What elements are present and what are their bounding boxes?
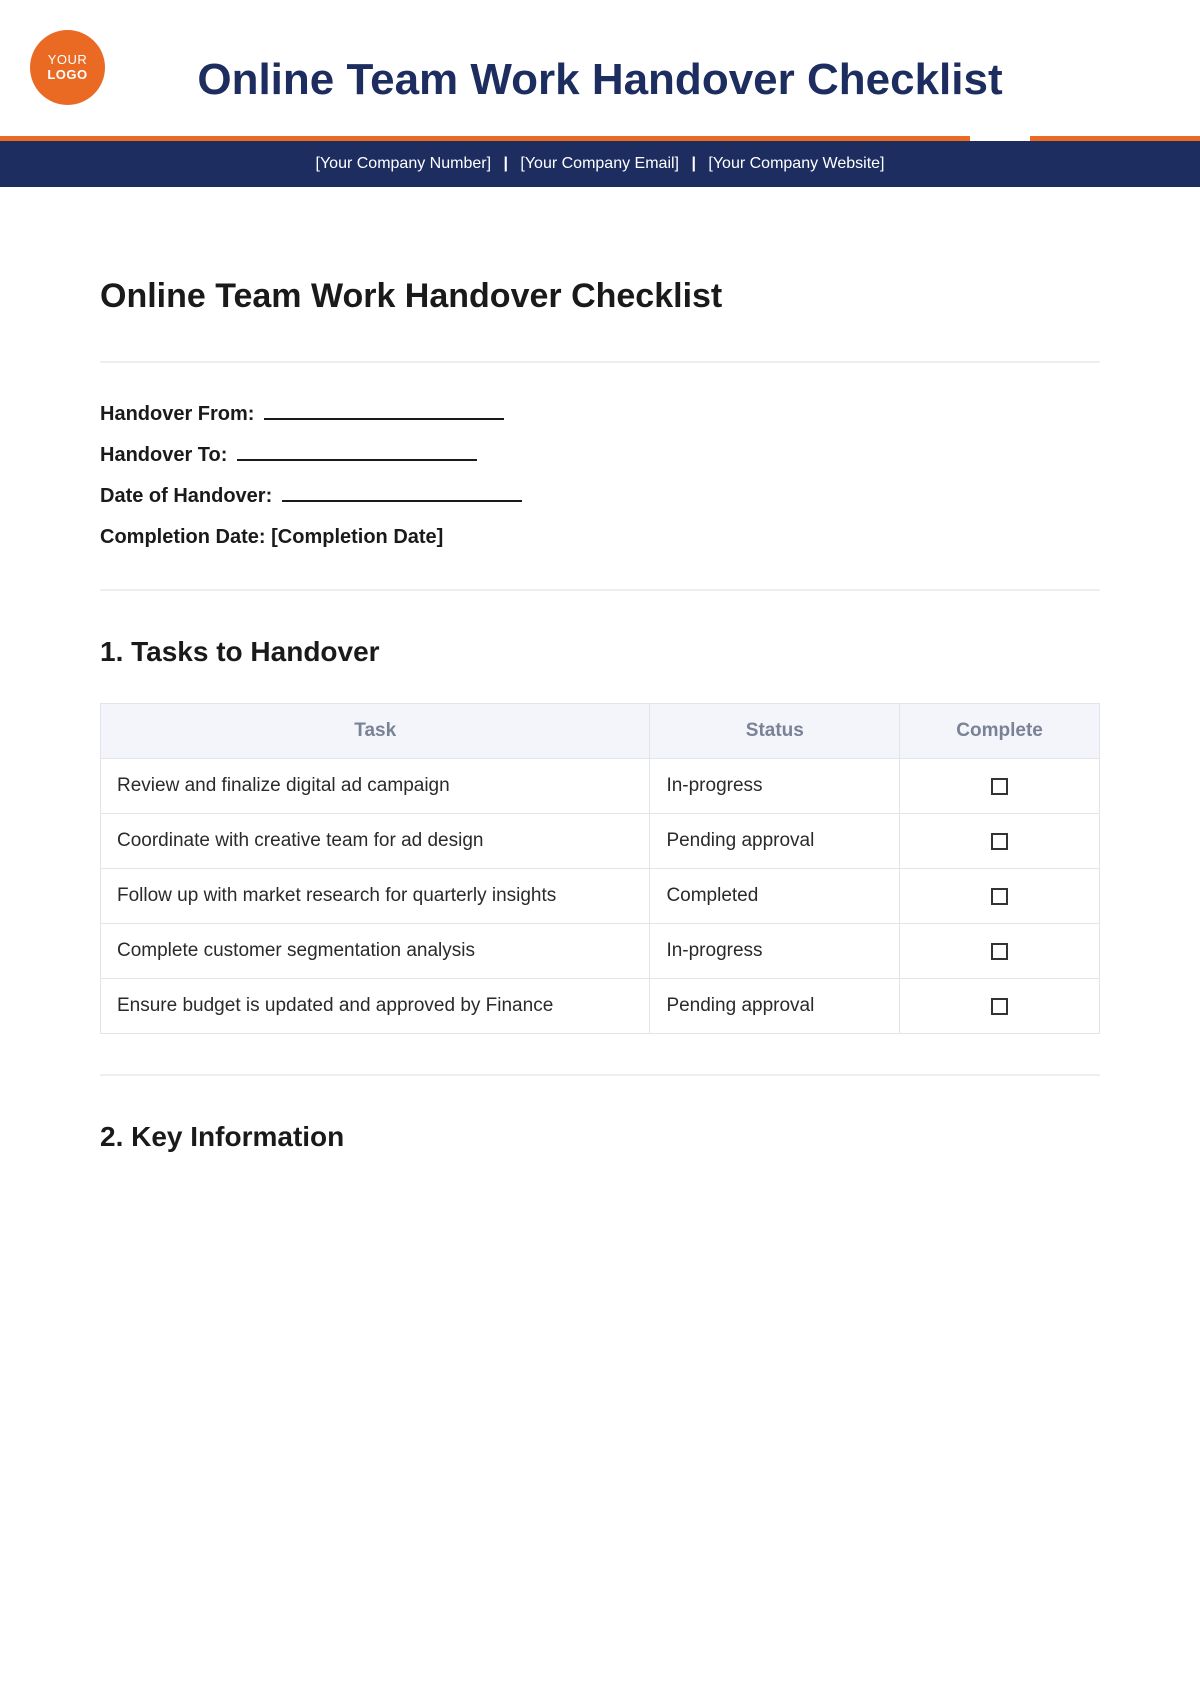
header-title-container: Online Team Work Handover Checklist bbox=[0, 0, 1200, 136]
checkbox-icon[interactable] bbox=[991, 943, 1008, 960]
handover-to-row: Handover To: bbox=[100, 444, 1100, 467]
handover-from-label: Handover From: bbox=[100, 403, 254, 425]
company-info-bar: [Your Company Number] | [Your Company Em… bbox=[0, 141, 1200, 187]
handover-to-input[interactable] bbox=[237, 444, 477, 461]
key-information-section-title: 2. Key Information bbox=[100, 1121, 1100, 1153]
divider bbox=[100, 589, 1100, 591]
company-email: [Your Company Email] bbox=[520, 155, 679, 172]
page-title: Online Team Work Handover Checklist bbox=[150, 55, 1050, 106]
handover-from-row: Handover From: bbox=[100, 403, 1100, 426]
task-cell: Follow up with market research for quart… bbox=[101, 868, 650, 923]
checkbox-icon[interactable] bbox=[991, 833, 1008, 850]
complete-cell bbox=[900, 813, 1100, 868]
handover-from-input[interactable] bbox=[264, 403, 504, 420]
complete-cell bbox=[900, 758, 1100, 813]
logo-text-bottom: LOGO bbox=[47, 68, 87, 82]
date-of-handover-row: Date of Handover: bbox=[100, 485, 1100, 508]
status-cell: Completed bbox=[650, 868, 900, 923]
table-row: Review and finalize digital ad campaign … bbox=[101, 758, 1100, 813]
checkbox-icon[interactable] bbox=[991, 778, 1008, 795]
checkbox-icon[interactable] bbox=[991, 888, 1008, 905]
divider bbox=[100, 1074, 1100, 1076]
task-cell: Review and finalize digital ad campaign bbox=[101, 758, 650, 813]
table-row: Coordinate with creative team for ad des… bbox=[101, 813, 1100, 868]
complete-header: Complete bbox=[900, 703, 1100, 758]
separator: | bbox=[691, 155, 695, 172]
company-website: [Your Company Website] bbox=[708, 155, 884, 172]
status-cell: In-progress bbox=[650, 923, 900, 978]
content-area: Online Team Work Handover Checklist Hand… bbox=[0, 187, 1200, 1248]
task-cell: Ensure budget is updated and approved by… bbox=[101, 978, 650, 1033]
orange-divider bbox=[0, 136, 1200, 141]
logo-text-top: YOUR bbox=[48, 53, 88, 67]
task-cell: Complete customer segmentation analysis bbox=[101, 923, 650, 978]
task-header: Task bbox=[101, 703, 650, 758]
table-row: Ensure budget is updated and approved by… bbox=[101, 978, 1100, 1033]
date-of-handover-input[interactable] bbox=[282, 485, 522, 502]
orange-divider-right bbox=[1030, 136, 1200, 141]
complete-cell bbox=[900, 923, 1100, 978]
table-row: Complete customer segmentation analysis … bbox=[101, 923, 1100, 978]
status-cell: Pending approval bbox=[650, 978, 900, 1033]
status-header: Status bbox=[650, 703, 900, 758]
complete-cell bbox=[900, 978, 1100, 1033]
task-cell: Coordinate with creative team for ad des… bbox=[101, 813, 650, 868]
status-cell: In-progress bbox=[650, 758, 900, 813]
complete-cell bbox=[900, 868, 1100, 923]
handover-fields: Handover From: Handover To: Date of Hand… bbox=[100, 403, 1100, 549]
date-of-handover-label: Date of Handover: bbox=[100, 485, 272, 507]
logo-badge: YOUR LOGO bbox=[30, 30, 105, 105]
status-cell: Pending approval bbox=[650, 813, 900, 868]
orange-divider-gap bbox=[970, 136, 1030, 141]
table-row: Follow up with market research for quart… bbox=[101, 868, 1100, 923]
handover-to-label: Handover To: bbox=[100, 444, 227, 466]
completion-date-value: [Completion Date] bbox=[271, 526, 443, 548]
company-number: [Your Company Number] bbox=[316, 155, 492, 172]
checkbox-icon[interactable] bbox=[991, 998, 1008, 1015]
tasks-section-title: 1. Tasks to Handover bbox=[100, 636, 1100, 668]
orange-divider-left bbox=[0, 136, 970, 141]
completion-date-label: Completion Date: bbox=[100, 526, 266, 548]
table-header-row: Task Status Complete bbox=[101, 703, 1100, 758]
divider bbox=[100, 361, 1100, 363]
tasks-table: Task Status Complete Review and finalize… bbox=[100, 703, 1100, 1034]
document-title: Online Team Work Handover Checklist bbox=[100, 277, 1100, 316]
document-page: YOUR LOGO Online Team Work Handover Chec… bbox=[0, 0, 1200, 1696]
separator: | bbox=[503, 155, 507, 172]
completion-date-row: Completion Date: [Completion Date] bbox=[100, 526, 1100, 549]
